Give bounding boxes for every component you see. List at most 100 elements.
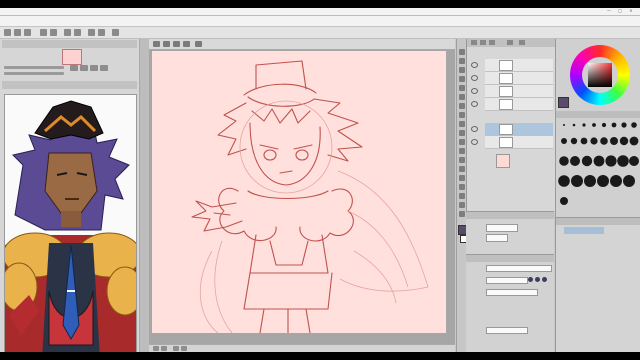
menu-bar — [0, 16, 640, 27]
layer-row[interactable] — [471, 59, 553, 72]
move-layer-icon[interactable] — [459, 76, 465, 82]
visibility-eye-icon[interactable] — [471, 126, 478, 132]
clear-icon[interactable] — [64, 29, 71, 36]
select-all-icon[interactable] — [98, 29, 105, 36]
navigator-header — [2, 40, 137, 48]
navigator-panel — [0, 39, 140, 352]
move-tool-icon[interactable] — [459, 58, 465, 64]
value-field[interactable] — [486, 224, 518, 232]
shape-dot[interactable] — [535, 277, 540, 282]
text-tool-icon[interactable] — [459, 211, 465, 217]
pencil-tool-icon[interactable] — [459, 121, 465, 127]
layer-thumbnail — [499, 99, 513, 110]
current-color-swatch[interactable] — [558, 97, 569, 108]
saturation-value-square[interactable] — [588, 63, 612, 87]
zoom-out-icon[interactable] — [80, 65, 88, 71]
figure-tool-icon[interactable] — [459, 184, 465, 190]
gradient-tool-icon[interactable] — [459, 175, 465, 181]
undo-icon[interactable] — [40, 29, 47, 36]
command-bar — [0, 27, 640, 39]
rotate-icon[interactable] — [163, 41, 170, 47]
fit-icon[interactable] — [90, 65, 98, 71]
pen-icon[interactable] — [195, 41, 202, 47]
value-field[interactable] — [486, 234, 508, 242]
maximize-button[interactable]: □ — [617, 9, 623, 13]
navigator-thumbnail[interactable] — [62, 49, 82, 65]
opacity-icon[interactable] — [519, 40, 525, 45]
color-wheel[interactable] — [570, 45, 630, 105]
new-layer-icon[interactable] — [471, 40, 477, 45]
anti-alias-field[interactable] — [486, 327, 528, 334]
zoom-in-icon[interactable] — [161, 346, 167, 351]
reference-header — [2, 81, 137, 89]
color-panel — [555, 39, 640, 352]
sub-tool-detail-panel — [556, 217, 640, 352]
drawing-canvas[interactable] — [152, 51, 446, 333]
brush-tool-icon[interactable] — [459, 130, 465, 136]
shape-dot[interactable] — [542, 277, 547, 282]
minimize-button[interactable]: — — [606, 9, 612, 13]
selected-category[interactable] — [564, 227, 604, 234]
airbrush-tool-icon[interactable] — [459, 139, 465, 145]
rotate-right-icon[interactable] — [181, 346, 187, 351]
paper-layer-swatch[interactable] — [496, 154, 510, 168]
visibility-eye-icon[interactable] — [471, 139, 478, 145]
selection-tool-icon[interactable] — [459, 85, 465, 91]
close-button[interactable]: × — [628, 9, 634, 13]
fill-tool-icon[interactable] — [459, 166, 465, 172]
open-file-icon[interactable] — [14, 29, 21, 36]
new-folder-icon[interactable] — [480, 40, 486, 45]
layer-row[interactable] — [471, 98, 553, 111]
opacity-field[interactable] — [486, 277, 528, 284]
visibility-eye-icon[interactable] — [471, 62, 478, 68]
flip-vertical-icon[interactable] — [183, 41, 190, 47]
flip-icon[interactable] — [100, 65, 108, 71]
title-bar: — □ × — [0, 8, 640, 16]
layer-row-selected[interactable] — [471, 123, 553, 136]
frame-tool-icon[interactable] — [459, 193, 465, 199]
blend-tool-icon[interactable] — [459, 157, 465, 163]
redo-icon[interactable] — [50, 29, 57, 36]
canvas-status-bar — [149, 344, 455, 352]
new-file-icon[interactable] — [4, 29, 11, 36]
brush-size-field[interactable] — [486, 265, 552, 272]
layer-panel — [466, 39, 555, 211]
layer-thumbnail — [499, 124, 513, 135]
auto-select-icon[interactable] — [459, 94, 465, 100]
fill-icon[interactable] — [112, 29, 119, 36]
deselect-icon[interactable] — [88, 29, 95, 36]
zoom-in-icon[interactable] — [70, 65, 78, 71]
layer-thumbnail — [499, 73, 513, 84]
tool-property-header — [466, 255, 554, 262]
layer-row[interactable] — [471, 136, 553, 149]
layer-row[interactable] — [471, 85, 553, 98]
flip-horizontal-icon[interactable] — [173, 41, 180, 47]
panel-splitter[interactable] — [140, 39, 149, 352]
eraser-tool-icon[interactable] — [459, 148, 465, 154]
blend-mode-icon[interactable] — [507, 40, 513, 45]
reference-illustration — [5, 95, 136, 352]
save-icon[interactable] — [24, 29, 31, 36]
shape-dot[interactable] — [528, 277, 533, 282]
canvas-toolbar — [149, 39, 455, 50]
zoom-tool-icon[interactable] — [459, 49, 465, 55]
visibility-eye-icon[interactable] — [471, 101, 478, 107]
pen-tool-icon[interactable] — [459, 112, 465, 118]
subpanel-header — [466, 212, 554, 219]
visibility-eye-icon[interactable] — [471, 75, 478, 81]
brush-size-header — [556, 111, 640, 118]
layer-row[interactable] — [471, 72, 553, 85]
visibility-eye-icon[interactable] — [471, 88, 478, 94]
eyedropper-icon[interactable] — [459, 103, 465, 109]
ruler-tool-icon[interactable] — [459, 202, 465, 208]
reference-image — [4, 94, 137, 352]
zoom-slider[interactable] — [4, 66, 64, 69]
rotate-slider[interactable] — [4, 72, 64, 75]
operation-tool-icon[interactable] — [459, 67, 465, 73]
delete-layer-icon[interactable] — [489, 40, 495, 45]
stabilization-field[interactable] — [486, 289, 538, 296]
rotate-left-icon[interactable] — [173, 346, 179, 351]
zoom-icon[interactable] — [153, 41, 160, 47]
zoom-out-icon[interactable] — [153, 346, 159, 351]
transform-icon[interactable] — [74, 29, 81, 36]
